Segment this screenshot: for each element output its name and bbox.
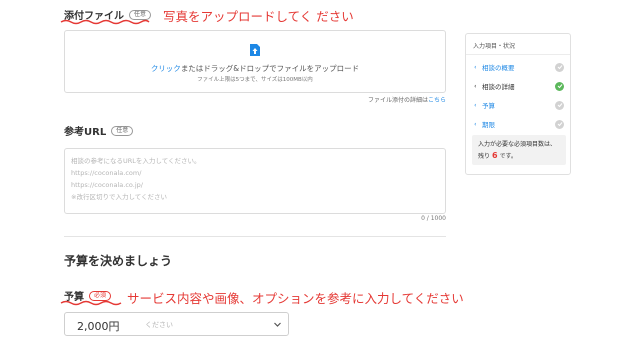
placeholder-line: 相談の参考になるURLを入力してください。 xyxy=(71,157,201,165)
required-items-info: 入力が必要な必須項目数は、 残り 6 です。 xyxy=(472,135,566,165)
info-line: 入力が必要な必須項目数は、 xyxy=(478,141,557,148)
budget-select-placeholder: ください xyxy=(145,321,173,329)
placeholder-line: https://coconala.co.jp/ xyxy=(71,181,143,189)
reference-url-title-row: 参考URL 任意 xyxy=(64,123,134,138)
info-suffix: です。 xyxy=(499,153,517,160)
attachment-detail-link[interactable]: こちら xyxy=(428,97,446,104)
sidebar-item-label: 相談の概要 xyxy=(482,64,515,72)
attachment-annotation: 写真をアップロードしてく ださい xyxy=(163,9,354,24)
chevron-down-icon xyxy=(274,322,281,327)
status-pending-icon xyxy=(555,119,564,129)
budget-select-value: 2,000円 xyxy=(77,320,120,333)
required-badge: 必須 xyxy=(89,290,112,301)
budget-select[interactable]: ください 2,000円 xyxy=(64,312,289,336)
status-pending-icon xyxy=(555,100,564,110)
sidebar-item-deadline[interactable]: ‹ 期限 xyxy=(474,118,564,130)
sidebar-item-budget[interactable]: ‹ 予算 xyxy=(474,99,564,111)
sidebar-item-label: 予算 xyxy=(482,102,495,110)
placeholder-line: https://coconala.com/ xyxy=(71,169,142,177)
chevron-left-icon: ‹ xyxy=(474,63,477,71)
upload-limits: ファイル上限は5つまで、サイズは100MB以内 xyxy=(197,77,313,83)
sidebar-divider xyxy=(466,54,570,55)
sidebar-item-label: 相談の詳細 xyxy=(482,83,515,91)
sidebar-title: 入力項目・状況 xyxy=(473,43,516,50)
status-done-icon xyxy=(555,81,564,91)
upload-instruction: クリックまたはドラッグ&ドロップでファイルをアップロード xyxy=(65,63,445,74)
sidebar-item-overview[interactable]: ‹ 相談の概要 xyxy=(474,61,564,73)
budget-heading: 予算を決めましょう xyxy=(64,254,173,268)
chevron-left-icon: ‹ xyxy=(474,101,477,109)
attachment-detail-note: ファイル添付の詳細はこちら xyxy=(368,95,446,104)
file-upload-dropzone[interactable]: クリックまたはドラッグ&ドロップでファイルをアップロード ファイル上限は5つまで… xyxy=(64,30,446,93)
reference-url-title: 参考URL xyxy=(64,127,107,138)
budget-title-underline xyxy=(60,300,122,306)
optional-badge: 任意 xyxy=(111,125,134,136)
chevron-left-icon: ‹ xyxy=(474,120,477,128)
sidebar-item-details[interactable]: ‹ 相談の詳細 xyxy=(474,80,564,92)
reference-url-textarea[interactable]: 相談の参考になるURLを入力してください。 https://coconala.c… xyxy=(64,148,446,214)
attachment-title-underline xyxy=(60,19,150,25)
upload-instruction-text: またはドラッグ&ドロップでファイルをアップロード xyxy=(180,64,360,73)
upload-click-link[interactable]: クリック xyxy=(151,64,181,73)
info-prefix: 残り xyxy=(478,153,491,160)
attachment-detail-text: ファイル添付の詳細は xyxy=(367,97,428,104)
file-upload-icon xyxy=(250,44,260,56)
optional-badge: 任意 xyxy=(129,9,152,20)
remaining-count: 6 xyxy=(491,151,498,160)
sidebar-item-label: 期限 xyxy=(482,121,495,129)
chevron-left-icon: ‹ xyxy=(474,82,477,90)
section-divider xyxy=(64,236,446,237)
status-pending-icon xyxy=(555,62,564,72)
placeholder-line: ※改行区切りで入力してください xyxy=(71,193,168,201)
info-remaining: 残り 6 です。 xyxy=(478,150,560,162)
budget-annotation: サービス内容や画像、オプションを参考に入力してください xyxy=(127,291,464,306)
progress-sidebar: 入力項目・状況 ‹ 相談の概要 ‹ 相談の詳細 ‹ 予算 ‹ 期限 入力が必要な… xyxy=(465,33,571,175)
character-counter: 0 / 1000 xyxy=(421,215,446,222)
